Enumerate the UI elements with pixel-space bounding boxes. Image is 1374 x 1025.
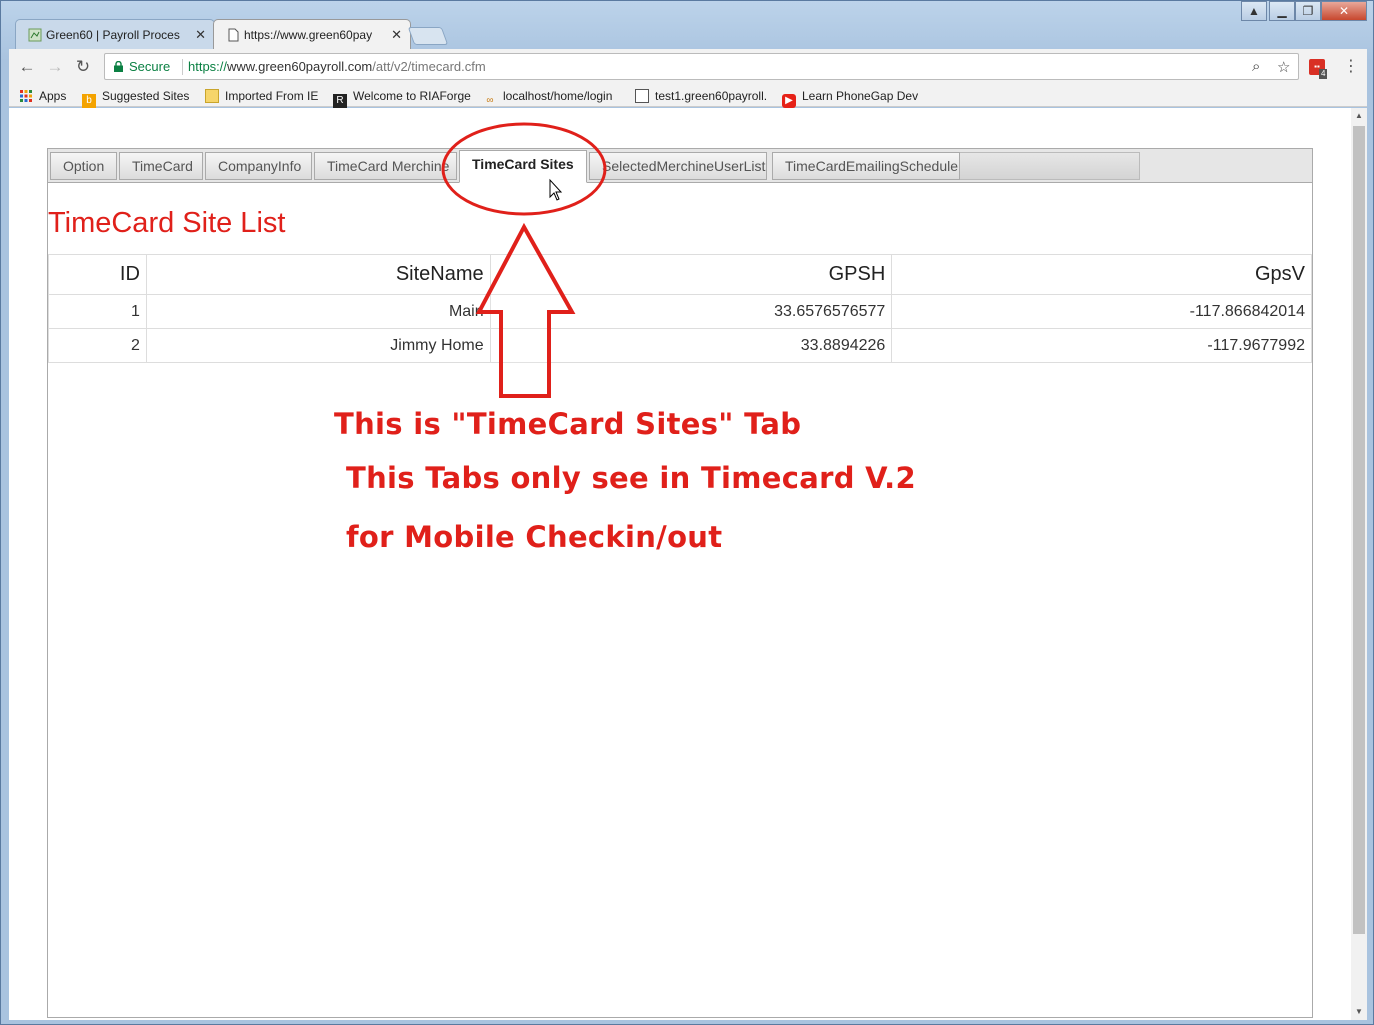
- scroll-thumb[interactable]: [1353, 126, 1365, 934]
- browser-toolbar: ← → ↻ Secure https://www.green60payroll.…: [9, 49, 1367, 85]
- cell-id: 2: [48, 328, 147, 363]
- cell-sitename: Main: [145, 294, 491, 329]
- forward-arrow-icon[interactable]: →: [45, 57, 65, 77]
- page-viewport: Option TimeCard CompanyInfo TimeCard Mer…: [9, 108, 1367, 1020]
- url-host: www.green60payroll.com: [227, 59, 373, 74]
- bookmark-label: Learn PhoneGap Dev: [802, 89, 919, 103]
- bookmark-suggested-sites[interactable]: b Suggested Sites: [82, 87, 190, 108]
- bookmark-apps[interactable]: Apps: [19, 87, 66, 105]
- bookmark-star-icon[interactable]: ☆: [1277, 58, 1290, 76]
- new-tab-button[interactable]: [407, 27, 449, 45]
- annotation-line-2: This Tabs only see in Timecard V.2: [346, 461, 916, 495]
- page-title: TimeCard Site List: [48, 207, 286, 239]
- close-tab-icon[interactable]: ✕: [391, 20, 402, 49]
- scroll-up-arrow-icon[interactable]: ▲: [1351, 108, 1367, 124]
- vertical-scrollbar[interactable]: ▲ ▼: [1351, 108, 1367, 1020]
- secure-label: Secure: [129, 59, 171, 74]
- browser-tab-label: Green60 | Payroll Proces: [46, 28, 180, 42]
- kebab-menu-icon[interactable]: ⋮: [1343, 56, 1359, 76]
- tab-panel: Option TimeCard CompanyInfo TimeCard Mer…: [47, 148, 1313, 1018]
- cell-gpsh: 33.6576576577: [489, 294, 893, 329]
- url-scheme: https://: [188, 59, 228, 74]
- zoom-icon[interactable]: ⌕: [1252, 58, 1260, 75]
- column-header-gpsh[interactable]: GPSH: [489, 254, 893, 295]
- tab-timecard-merchine[interactable]: TimeCard Merchine: [314, 152, 457, 180]
- sites-table: ID SiteName GPSH GpsV 1 Main 33.65765765…: [48, 254, 1312, 363]
- back-arrow-icon[interactable]: ←: [17, 57, 37, 77]
- lock-icon: [114, 61, 123, 72]
- table-header-row: ID SiteName GPSH GpsV: [48, 254, 1312, 295]
- address-bar[interactable]: Secure https://www.green60payroll.com/at…: [104, 53, 1299, 80]
- scroll-down-arrow-icon[interactable]: ▼: [1351, 1004, 1367, 1020]
- tab-timecardemailingschedule[interactable]: TimeCardEmailingSchedule: [772, 152, 960, 180]
- bookmark-imported-from-ie[interactable]: Imported From IE: [205, 87, 318, 105]
- tab-selectedmerchineuserlist[interactable]: SelectedMerchineUserList: [589, 152, 767, 180]
- green60-favicon-icon: [28, 28, 42, 42]
- cell-gpsh: 33.8894226: [489, 328, 893, 363]
- reload-icon[interactable]: ↻: [73, 57, 93, 77]
- bing-icon: b: [82, 94, 96, 108]
- annotation-line-1: This is "TimeCard Sites" Tab: [334, 407, 802, 441]
- restore-button[interactable]: ❐: [1295, 1, 1321, 21]
- url-path: /att/v2/timecard.cfm: [372, 59, 486, 74]
- bookmark-label: Apps: [39, 89, 67, 103]
- tab-companyinfo[interactable]: CompanyInfo: [205, 152, 312, 180]
- bookmark-localhost[interactable]: ∞ localhost/home/login: [483, 87, 613, 106]
- bookmark-label: Suggested Sites: [102, 89, 190, 103]
- bookmark-label: Welcome to RIAForge: [353, 89, 471, 103]
- bookmark-label: localhost/home/login: [503, 89, 613, 103]
- app-tab-bar: Option TimeCard CompanyInfo TimeCard Mer…: [48, 149, 1312, 183]
- page-icon: [635, 89, 649, 103]
- bookmark-riaforge[interactable]: R Welcome to RIAForge: [333, 87, 471, 108]
- table-row[interactable]: 1 Main 33.6576576577 -117.866842014: [48, 294, 1312, 329]
- column-header-id[interactable]: ID: [48, 254, 147, 295]
- bookmark-label: test1.green60payroll.: [655, 89, 768, 103]
- localhost-icon: ∞: [486, 95, 494, 106]
- cell-gpsv: -117.9677992: [891, 328, 1312, 363]
- browser-tab-strip: Green60 | Payroll Proces ✕ https://www.g…: [1, 1, 1374, 49]
- address-separator: [182, 59, 183, 75]
- extension-badge: 4: [1319, 69, 1328, 79]
- cell-sitename: Jimmy Home: [145, 328, 491, 363]
- bookmark-phonegap[interactable]: ▶ Learn PhoneGap Dev: [782, 87, 919, 108]
- column-header-sitename[interactable]: SiteName: [145, 254, 491, 295]
- bookmark-label: Imported From IE: [225, 89, 319, 103]
- folder-icon: [205, 89, 219, 103]
- table-row[interactable]: 2 Jimmy Home 33.8894226 -117.9677992: [48, 328, 1312, 363]
- browser-window: Green60 | Payroll Proces ✕ https://www.g…: [0, 0, 1374, 1025]
- user-icon[interactable]: ▲: [1241, 1, 1267, 21]
- tab-option[interactable]: Option: [50, 152, 117, 180]
- cell-id: 1: [48, 294, 147, 329]
- close-window-button[interactable]: ✕: [1321, 1, 1367, 21]
- minimize-button[interactable]: ▁: [1269, 1, 1295, 21]
- annotation-line-3: for Mobile Checkin/out: [346, 520, 723, 554]
- tab-timecard-sites[interactable]: TimeCard Sites: [459, 150, 587, 183]
- page-favicon-icon: [228, 28, 239, 42]
- bookmark-test1[interactable]: test1.green60payroll.: [635, 87, 767, 105]
- bookmarks-bar: Apps b Suggested Sites Imported From IE R…: [9, 85, 1367, 108]
- url-text[interactable]: https://www.green60payroll.com/att/v2/ti…: [188, 59, 486, 74]
- youtube-icon: ▶: [782, 94, 796, 108]
- browser-tab-green60[interactable]: Green60 | Payroll Proces ✕: [15, 19, 215, 49]
- tab-bar-filler: [960, 152, 1140, 180]
- column-header-gpsv[interactable]: GpsV: [891, 254, 1312, 295]
- riaforge-icon: R: [333, 94, 347, 108]
- cell-gpsv: -117.866842014: [891, 294, 1312, 329]
- tab-timecard[interactable]: TimeCard: [119, 152, 203, 180]
- close-tab-icon[interactable]: ✕: [195, 20, 206, 49]
- browser-tab-label: https://www.green60pay: [244, 28, 373, 42]
- browser-tab-timecard[interactable]: https://www.green60pay ✕: [213, 19, 411, 49]
- apps-grid-icon: [20, 90, 32, 102]
